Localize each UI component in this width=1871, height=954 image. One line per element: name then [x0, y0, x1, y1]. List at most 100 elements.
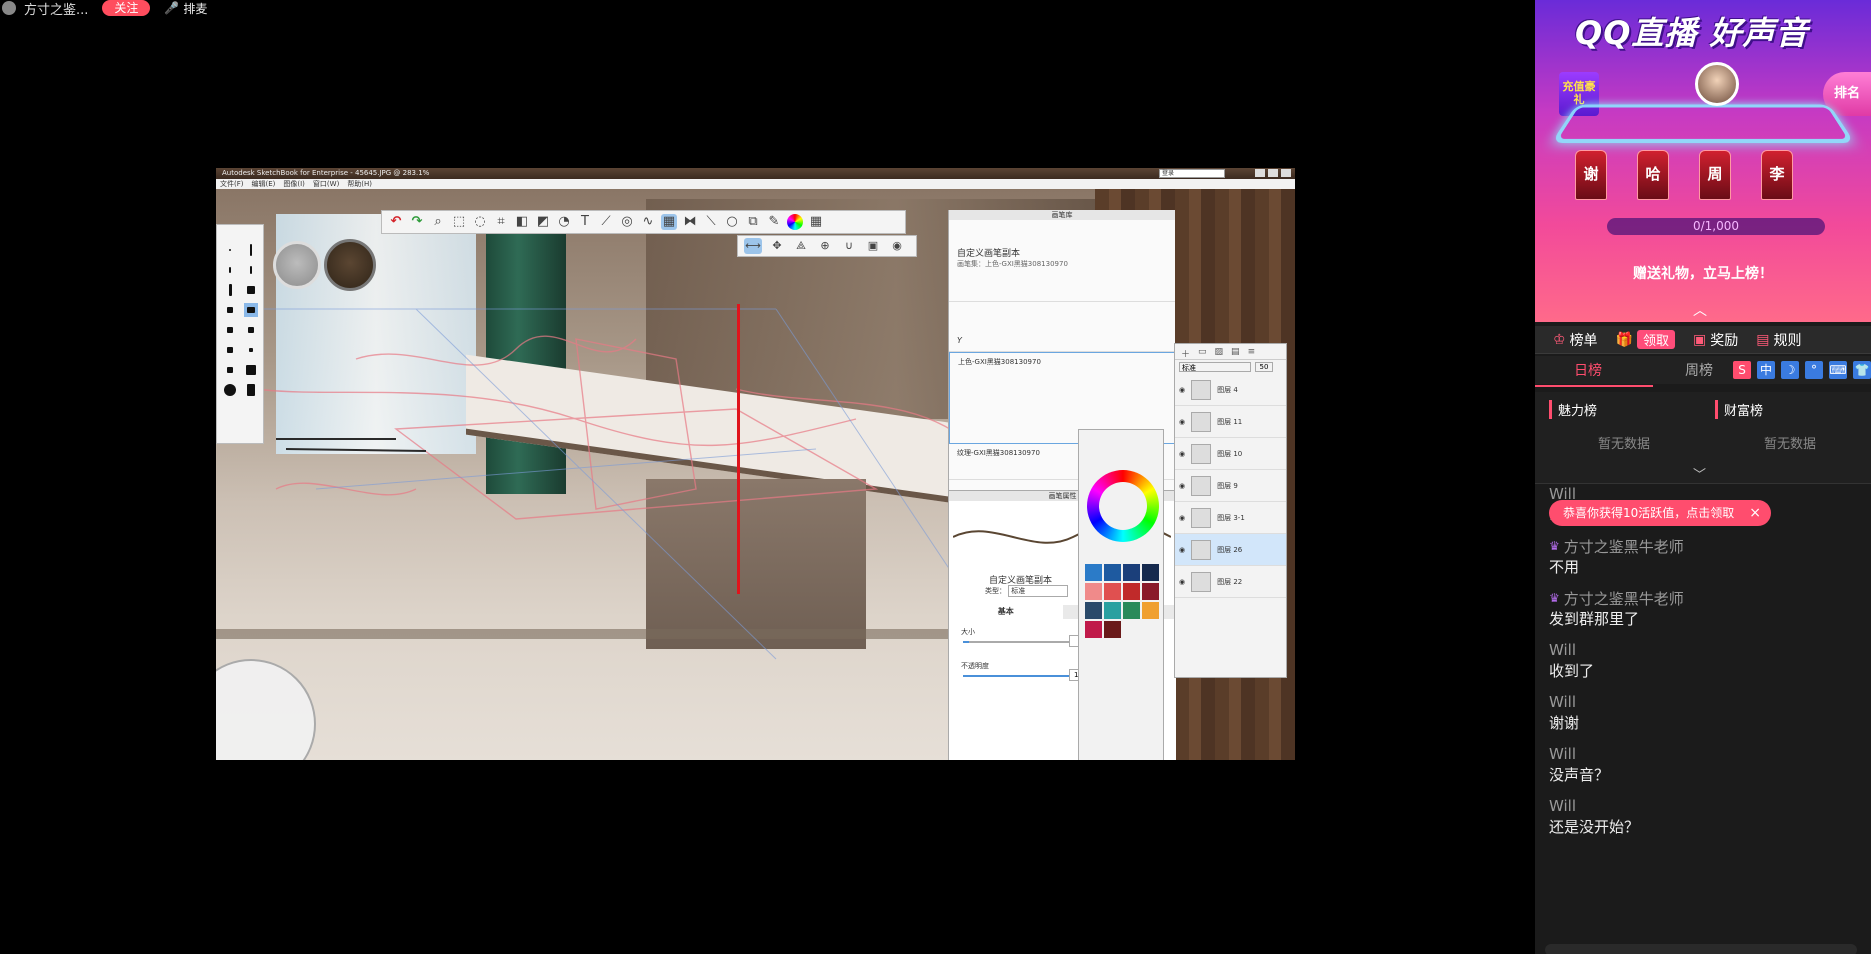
ime-chinese[interactable]: 中	[1757, 361, 1775, 379]
brush-preset	[223, 243, 237, 257]
tab-claim-label: 领取	[1637, 330, 1676, 349]
brush-preset	[223, 263, 237, 277]
color-swatch	[1123, 583, 1140, 600]
folder-icon: ▭	[1198, 347, 1207, 357]
chat-text: 谢谢	[1549, 714, 1580, 732]
layer-item: ◉ 图层 9	[1175, 470, 1286, 502]
chat-text: 没声音？	[1549, 766, 1610, 784]
layer-thumbnail	[1191, 475, 1212, 496]
seat-2[interactable]: 哈	[1637, 150, 1669, 200]
subtab-daily[interactable]: 日榜	[1535, 360, 1654, 387]
layer-name: 图层 3-1	[1217, 513, 1245, 522]
teacher-badge-icon: ♛	[1549, 591, 1560, 605]
ime-keyboard[interactable]: ⌨	[1829, 361, 1847, 379]
chevron-up-icon[interactable]: ︿	[1693, 300, 1707, 320]
seat-3[interactable]: 周	[1699, 150, 1731, 200]
wealth-board-empty: 暂无数据	[1763, 437, 1816, 452]
brush-preset	[244, 323, 258, 337]
chat-message: Will 谢谢	[1549, 692, 1871, 734]
seat-1[interactable]: 谢	[1575, 150, 1607, 200]
tab-reward[interactable]: ▣ 奖励	[1693, 330, 1738, 350]
layer-thumbnail	[1191, 411, 1212, 432]
opacity-slider	[963, 675, 1073, 677]
chat-username[interactable]: 方寸之鉴黑牛老师	[1564, 588, 1684, 609]
eye-icon: ◉	[1179, 417, 1186, 426]
chat-text: 发到群那里了	[1549, 610, 1640, 628]
live-stream-page: 方寸之鉴... 关注 🎤 排麦 Autodesk SketchBook for …	[0, 0, 1871, 954]
charm-board-empty: 暂无数据	[1597, 437, 1650, 452]
color-swatch	[1085, 602, 1102, 619]
perspective-icon: ▦	[661, 214, 677, 230]
seat-4[interactable]: 李	[1761, 150, 1793, 200]
palette-icon: ▦	[809, 214, 823, 229]
chat-list: 恭喜你获得10活跃值，点击领取 × Will...吗，还是有现成的♛方寸之鉴黑牛…	[1535, 484, 1871, 954]
brush-preset	[244, 263, 258, 277]
brush-icon: ✎	[768, 214, 780, 229]
eye-icon: ◉	[1179, 481, 1186, 490]
chat-messages: Will...吗，还是有现成的♛方寸之鉴黑牛老师不用♛方寸之鉴黑牛老师发到群那里…	[1549, 484, 1871, 838]
tab-basic: 基本	[949, 605, 1063, 619]
ime-logo-icon[interactable]: S	[1733, 361, 1751, 379]
live-side-panel: QQ直播 好声音 充值豪礼 排名 谢 哈 周 李 0/1,000 赠送礼物，立马…	[1535, 0, 1871, 954]
ime-moon[interactable]: ☽	[1781, 361, 1799, 379]
ime-punct[interactable]: °	[1805, 361, 1823, 379]
chat-username-row: Will	[1549, 796, 1871, 816]
drawing-canvas: ↶ ↷ ⌕ ⬚ ◌ ⌗ ◧ ◩ ◔ T ⟋ ◎ ∿ ▦ ⧓ ⟍ ○ ⧉ ✎ ▦ …	[216, 189, 1295, 760]
event-banner[interactable]: QQ直播 好声音 充值豪礼 排名 谢 哈 周 李 0/1,000 赠送礼物，立马…	[1535, 0, 1871, 322]
chat-message: Will 收到了	[1549, 640, 1871, 682]
layer-list: ◉ 图层 4 ◉ 图层 11 ◉ 图层 10 ◉ 图层 9 ◉ 图层 3-1 ◉ 图层 26 ◉ 图层 2…	[1175, 374, 1286, 598]
tab-claim[interactable]: 🎁 领取	[1616, 330, 1676, 349]
custom-brush-name: 自定义画笔副本	[957, 249, 1021, 259]
close-icon[interactable]: ×	[1749, 500, 1761, 526]
host-avatar[interactable]	[2, 1, 16, 15]
layer-thumbnail	[1191, 571, 1212, 592]
rules-icon: ▤	[1756, 331, 1770, 348]
rank-boards: 魅力榜 暂无数据 财富榜 暂无数据 ﹀	[1535, 392, 1871, 484]
video-player[interactable]: Autodesk SketchBook for Enterprise - 456…	[216, 0, 1295, 944]
banner-title: QQ直播 好声音	[1575, 14, 1809, 52]
menu-window: 窗口(W)	[312, 180, 340, 188]
host-name[interactable]: 方寸之鉴...	[24, 0, 88, 18]
opacity-slider-fill	[963, 675, 1073, 677]
ellipse-icon: ◎	[621, 214, 633, 229]
ime-skin[interactable]: 👕	[1853, 361, 1871, 379]
brush-preset	[223, 343, 237, 357]
stage-ring	[1551, 104, 1855, 143]
chat-username[interactable]: Will	[1549, 797, 1576, 815]
brush-preset	[244, 363, 258, 377]
follow-button[interactable]: 关注	[102, 0, 151, 16]
color-swatch	[1104, 564, 1121, 581]
claim-toast[interactable]: 恭喜你获得10活跃值，点击领取 ×	[1549, 500, 1771, 526]
magnet-icon: ∪	[844, 239, 854, 252]
chat-username[interactable]: Will	[1549, 693, 1576, 711]
color-swatch	[1123, 564, 1140, 581]
charm-board-title: 魅力榜	[1549, 400, 1699, 419]
teacher-badge-icon: ♛	[1549, 539, 1560, 553]
chat-username[interactable]: Will	[1549, 641, 1576, 659]
rank-subtabs: 日榜 周榜 S 中 ☽ ° ⌨ 👕	[1535, 356, 1871, 387]
color-puck-grey	[273, 241, 321, 289]
chat-username-row: ♛ 方寸之鉴黑牛老师	[1549, 536, 1871, 556]
undo-icon: ↶	[390, 214, 402, 229]
tab-rules[interactable]: ▤ 规则	[1756, 330, 1801, 350]
tab-ranking[interactable]: ♔ 榜单	[1553, 330, 1598, 350]
chat-input[interactable]	[1545, 944, 1857, 954]
brush-preset	[223, 383, 237, 397]
color-swatch	[1123, 602, 1140, 619]
crown-icon: ♔	[1553, 331, 1566, 348]
layer-item: ◉ 图层 10	[1175, 438, 1286, 470]
lasso-icon: ◌	[474, 214, 486, 229]
anchor-avatar[interactable]	[1695, 62, 1739, 106]
image-icon: ▨	[1214, 347, 1224, 357]
queue-mic-button[interactable]: 🎤 排麦	[164, 0, 207, 17]
custom-brush-section: 自定义画笔副本 画笔集：上色-GXI黑猫308130970	[949, 220, 1175, 302]
chat-username[interactable]: Will	[1549, 745, 1576, 763]
chevron-down-icon[interactable]: ﹀	[1693, 464, 1706, 483]
size-slider-fill	[963, 641, 969, 643]
queue-mic-label: 排麦	[183, 1, 208, 16]
mic-icon: 🎤	[164, 1, 180, 15]
chat-message: ♛ 方寸之鉴黑牛老师 发到群那里了	[1549, 588, 1871, 630]
subtab-weekly[interactable]: 周榜	[1641, 360, 1713, 380]
chat-message: Will 还是没开始？	[1549, 796, 1871, 838]
chat-username[interactable]: 方寸之鉴黑牛老师	[1564, 536, 1684, 557]
